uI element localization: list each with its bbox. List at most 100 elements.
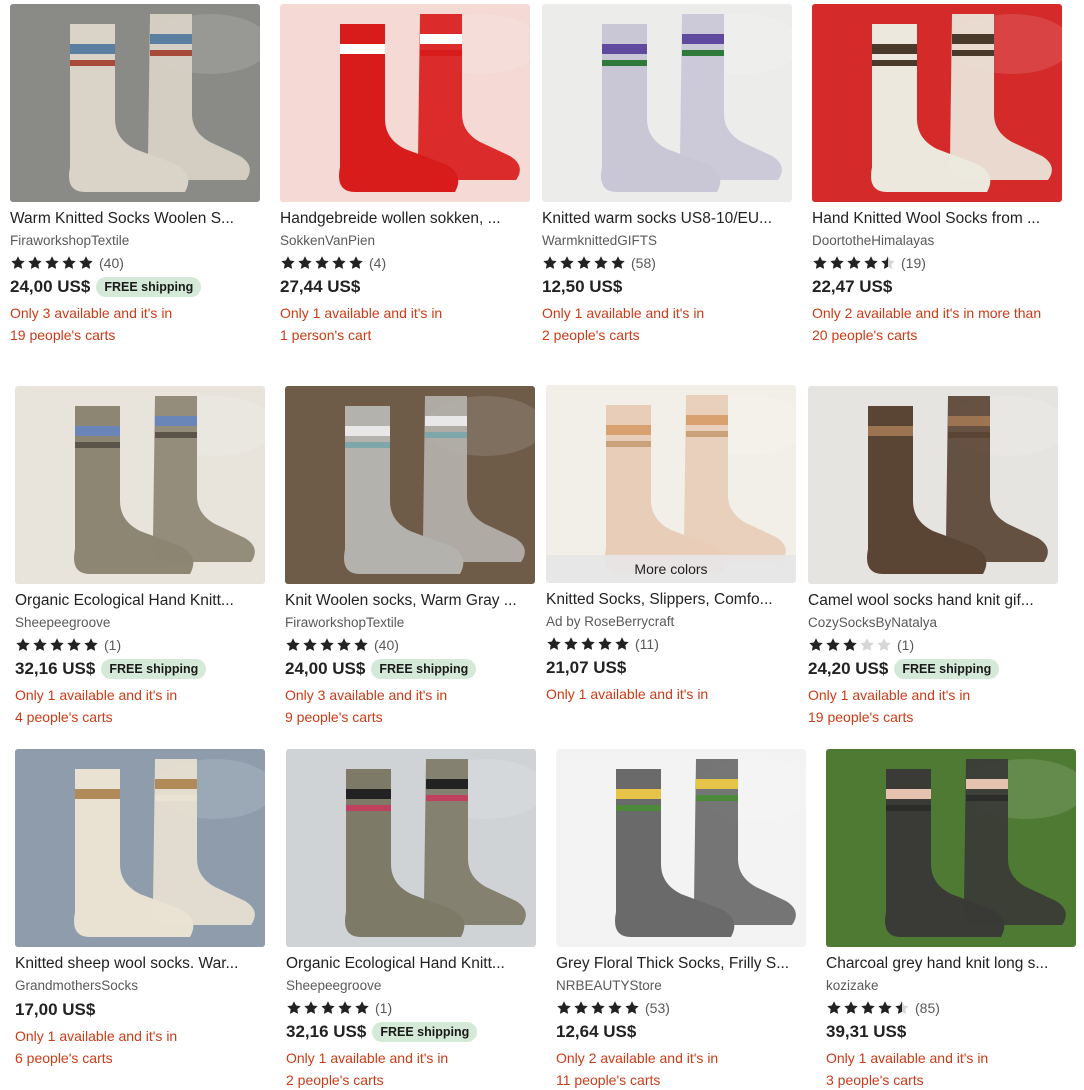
star-icon <box>847 256 861 269</box>
price: 12,64 US$ <box>556 1022 637 1041</box>
stock-notice: Only 1 available and it's in 2 people's … <box>542 302 792 346</box>
listing-title[interactable]: Organic Ecological Hand Knitt... <box>286 954 536 974</box>
shop-name: NRBEAUTYStore <box>556 978 662 993</box>
star-icon <box>67 638 81 651</box>
listing-card[interactable]: Knitted warm socks US8-10/EU... Warmknit… <box>542 4 794 346</box>
star-rating <box>546 636 631 652</box>
review-count: (58) <box>631 255 656 271</box>
price: 22,47 US$ <box>812 277 893 296</box>
shop-name: GrandmothersSocks <box>15 978 139 993</box>
listing-image[interactable] <box>808 386 1058 584</box>
listing-image[interactable] <box>286 749 536 947</box>
star-icon <box>50 638 64 651</box>
listing-image[interactable] <box>10 4 260 202</box>
star-icon <box>11 256 25 269</box>
stock-notice: Only 3 available and it's in 19 people's… <box>10 302 260 346</box>
star-rating <box>15 637 100 653</box>
star-rating <box>280 255 365 271</box>
star-icon <box>577 256 591 269</box>
listing-title[interactable]: Knit Woolen socks, Warm Gray ... <box>285 591 535 611</box>
review-count: (1) <box>104 637 122 653</box>
star-icon <box>315 256 329 269</box>
listing-title[interactable]: Knitted sheep wool socks. War... <box>15 954 265 974</box>
product-photo <box>15 386 265 584</box>
rating: (11) <box>546 635 798 653</box>
listing-card[interactable]: Knit Woolen socks, Warm Gray ... Firawor… <box>285 386 537 728</box>
price-row: 32,16 US$ FREE shipping <box>286 1021 538 1043</box>
star-rating <box>556 1000 641 1016</box>
rating: (1) <box>808 636 1060 654</box>
listing-card[interactable]: Knitted sheep wool socks. War... Grandmo… <box>15 749 267 1069</box>
price: 27,44 US$ <box>280 277 361 296</box>
listing-image[interactable] <box>280 4 530 202</box>
review-count: (40) <box>99 255 124 271</box>
stock-notice: Only 2 available and it's in more than 2… <box>812 302 1062 346</box>
listing-title[interactable]: Warm Knitted Socks Woolen S... <box>10 209 260 229</box>
listing-title[interactable]: Organic Ecological Hand Knitt... <box>15 591 265 611</box>
stock-line-2: 6 people's carts <box>15 1050 113 1066</box>
listing-title[interactable]: Camel wool socks hand knit gif... <box>808 591 1058 611</box>
shop-name: FiraworkshopTextile <box>10 233 130 248</box>
star-icon <box>557 1001 571 1014</box>
listing-card[interactable]: Hand Knitted Wool Socks from ... Doortot… <box>812 4 1064 346</box>
stock-line-1: Only 1 available and it's in <box>280 305 443 321</box>
star-rating <box>542 255 627 271</box>
listing-title[interactable]: Handgebreide wollen sokken, ... <box>280 209 530 229</box>
shop-name: CozySocksByNatalya <box>808 615 938 630</box>
listing-title[interactable]: Grey Floral Thick Socks, Frilly S... <box>556 954 806 974</box>
price: 12,50 US$ <box>542 277 623 296</box>
listing-image[interactable] <box>556 749 806 947</box>
listing-image[interactable] <box>15 386 265 584</box>
star-icon <box>79 256 93 269</box>
listing-image[interactable] <box>285 386 535 584</box>
stock-line-2: 3 people's carts <box>826 1072 924 1088</box>
listing-title[interactable]: Hand Knitted Wool Socks from ... <box>812 209 1062 229</box>
stock-line-1: Only 1 available and it's in <box>286 1050 449 1066</box>
listing-image[interactable] <box>542 4 792 202</box>
price-row: 24,00 US$ FREE shipping <box>285 658 537 680</box>
stock-line-1: Only 1 available and it's in <box>808 687 971 703</box>
listing-image[interactable] <box>15 749 265 947</box>
free-shipping-badge: FREE shipping <box>101 659 207 679</box>
star-rating <box>286 1000 371 1016</box>
review-count: (53) <box>645 1000 670 1016</box>
listing-image[interactable] <box>812 4 1062 202</box>
listing-title[interactable]: Charcoal grey hand knit long s... <box>826 954 1076 974</box>
star-icon <box>611 256 625 269</box>
product-photo <box>285 386 535 584</box>
star-empty-icon <box>877 638 891 651</box>
stock-line-1: Only 1 available and it's in <box>546 686 709 702</box>
listing-card[interactable]: Grey Floral Thick Socks, Frilly S... NRB… <box>556 749 808 1090</box>
listing-card[interactable]: Handgebreide wollen sokken, ... SokkenVa… <box>280 4 532 346</box>
listing-title[interactable]: Knitted warm socks US8-10/EU... <box>542 209 792 229</box>
listing-image[interactable] <box>826 749 1076 947</box>
star-icon <box>594 256 608 269</box>
more-colors-button[interactable]: More colors <box>546 555 796 583</box>
listing-card[interactable]: Camel wool socks hand knit gif... CozySo… <box>808 386 1060 728</box>
stock-line-2: 2 people's carts <box>286 1072 384 1088</box>
listing-card[interactable]: Organic Ecological Hand Knitt... Sheepee… <box>286 749 538 1090</box>
product-photo <box>10 4 260 202</box>
stock-notice: Only 1 available and it's in <box>546 683 796 705</box>
product-photo <box>812 4 1062 202</box>
listing-card[interactable]: Warm Knitted Socks Woolen S... Firaworks… <box>10 4 262 346</box>
price: 24,00 US$ <box>285 659 366 678</box>
stock-line-2: 20 people's carts <box>812 327 918 343</box>
star-half-icon <box>881 256 895 269</box>
rating: (53) <box>556 999 808 1017</box>
star-icon <box>843 638 857 651</box>
star-icon <box>303 638 317 651</box>
stock-notice: Only 1 available and it's in 4 people's … <box>15 684 265 728</box>
product-photo <box>542 4 792 202</box>
star-icon <box>878 1001 892 1014</box>
listing-card[interactable]: More colors Knitted Socks, Slippers, Com… <box>546 385 798 743</box>
listing-title[interactable]: Knitted Socks, Slippers, Comfo... <box>546 590 796 610</box>
listing-card[interactable]: Organic Ecological Hand Knitt... Sheepee… <box>15 386 267 728</box>
star-rating <box>10 255 95 271</box>
listing-image[interactable]: More colors <box>546 385 796 583</box>
price-row: 17,00 US$ <box>15 999 267 1021</box>
review-count: (19) <box>901 255 926 271</box>
shop-name: WarmknittedGIFTS <box>542 233 658 248</box>
star-icon <box>809 638 823 651</box>
listing-card[interactable]: Charcoal grey hand knit long s... koziza… <box>826 749 1078 1090</box>
